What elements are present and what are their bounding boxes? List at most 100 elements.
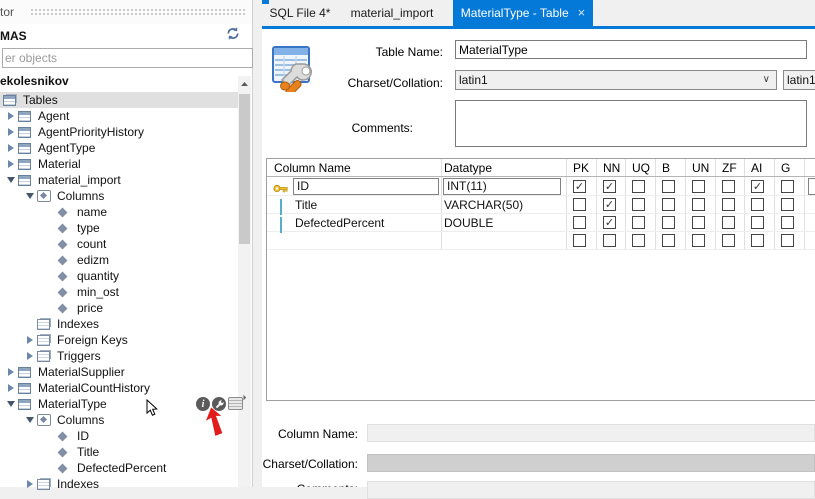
tree-item-name[interactable]: name (0, 204, 240, 220)
datatype-editbox[interactable]: INT(11) (443, 178, 561, 195)
tree-item-label: quantity (75, 269, 119, 283)
tree-item-agentpriorityhistory[interactable]: AgentPriorityHistory (0, 124, 240, 140)
tree-item-edizm[interactable]: edizm (0, 252, 240, 268)
tree-item-agent[interactable]: Agent (0, 108, 240, 124)
collapsed-arrow-icon[interactable] (22, 352, 37, 360)
charset-dropdown[interactable]: latin1 ∨ (455, 70, 777, 90)
table-name-label: Table Name: (293, 45, 443, 59)
tree-item-triggers[interactable]: Triggers (0, 348, 240, 364)
tab-material-import[interactable]: material_import (340, 0, 444, 26)
checkbox-g[interactable] (781, 198, 794, 211)
titlebar-grip-texture (30, 8, 246, 17)
checkbox-un[interactable] (692, 198, 705, 211)
checkbox-g[interactable] (781, 216, 794, 229)
checkbox-pk-checked[interactable]: ✓ (573, 180, 586, 193)
checkbox-uq[interactable] (632, 234, 645, 247)
checkbox-nn-checked[interactable]: ✓ (603, 216, 616, 229)
grid-row-defectedpercent[interactable]: DefectedPercent DOUBLE ✓ (267, 214, 815, 232)
tree-item-indexes[interactable]: Indexes (0, 316, 240, 332)
checkbox-zf[interactable] (722, 180, 735, 193)
checkbox-pk[interactable] (573, 234, 586, 247)
checkbox-pk[interactable] (573, 216, 586, 229)
expanded-arrow-icon[interactable] (3, 401, 18, 407)
checkbox-nn-checked[interactable]: ✓ (603, 198, 616, 211)
checkbox-nn-checked[interactable]: ✓ (603, 180, 616, 193)
tree-item-columns[interactable]: Columns (0, 412, 240, 428)
expanded-arrow-icon[interactable] (22, 417, 37, 423)
column-name-editbox[interactable]: ID (293, 178, 439, 195)
tree-item-material-import[interactable]: material_import (0, 172, 240, 188)
collapsed-arrow-icon[interactable] (22, 336, 37, 344)
collapsed-arrow-icon[interactable] (3, 112, 18, 120)
tree-item-columns[interactable]: Columns (0, 188, 240, 204)
checkbox-b[interactable] (662, 180, 675, 193)
chevron-down-icon: ∨ (763, 74, 770, 85)
collation-dropdown[interactable]: latin1_ (783, 70, 815, 90)
tab-sql-file-4[interactable]: SQL File 4* (264, 0, 336, 26)
collapsed-arrow-icon[interactable] (3, 144, 18, 152)
column-name-cell[interactable]: DefectedPercent (295, 216, 384, 230)
checkbox-un[interactable] (692, 180, 705, 193)
tree-item-count[interactable]: count (0, 236, 240, 252)
tree-item-materialsupplier[interactable]: MaterialSupplier (0, 364, 240, 380)
collapsed-arrow-icon[interactable] (3, 160, 18, 168)
tree-item-foreign-keys[interactable]: Foreign Keys (0, 332, 240, 348)
sidebar-scrollbar[interactable] (238, 76, 251, 487)
tree-item-material[interactable]: Material (0, 156, 240, 172)
checkbox-un[interactable] (692, 216, 705, 229)
tab-materialtype-table[interactable]: MaterialType - Table× (453, 0, 593, 26)
checkbox-un[interactable] (692, 234, 705, 247)
collapsed-arrow-icon[interactable] (3, 368, 18, 376)
tree-item-agenttype[interactable]: AgentType (0, 140, 240, 156)
filter-objects-input[interactable] (2, 48, 253, 68)
checkbox-b[interactable] (662, 198, 675, 211)
checkbox-ai[interactable] (751, 234, 764, 247)
checkbox-g[interactable] (781, 180, 794, 193)
tree-item-price[interactable]: price (0, 300, 240, 316)
collapsed-arrow-icon[interactable] (3, 128, 18, 136)
datatype-cell[interactable]: VARCHAR(50) (444, 198, 523, 212)
tree-item-materialcounthistory[interactable]: MaterialCountHistory (0, 380, 240, 396)
checkbox-uq[interactable] (632, 180, 645, 193)
stack-icon (37, 319, 55, 330)
checkbox-zf[interactable] (722, 234, 735, 247)
checkbox-uq[interactable] (632, 216, 645, 229)
tree-item-label: type (75, 221, 100, 235)
tree-item-id[interactable]: ID (0, 428, 240, 444)
collapsed-arrow-icon[interactable] (3, 384, 18, 392)
scrollbar-thumb[interactable] (239, 94, 250, 244)
scrollbar-up-icon[interactable] (238, 76, 251, 91)
checkbox-g[interactable] (781, 234, 794, 247)
checkbox-ai[interactable] (751, 198, 764, 211)
table-name-input[interactable] (455, 40, 807, 59)
checkbox-nn[interactable] (603, 234, 616, 247)
column-name-cell[interactable]: Title (295, 198, 317, 212)
tree-item-indexes[interactable]: Indexes (0, 476, 240, 492)
grid-row-empty[interactable] (267, 232, 815, 250)
checkbox-ai[interactable] (751, 216, 764, 229)
expanded-arrow-icon[interactable] (3, 177, 18, 183)
comments-textarea[interactable] (455, 100, 807, 147)
checkbox-zf[interactable] (722, 198, 735, 211)
table-data-edit-icon[interactable] (228, 397, 243, 410)
refresh-schemas-icon[interactable] (226, 27, 242, 41)
tree-item-tables[interactable]: Tables (0, 92, 240, 108)
tree-item-title[interactable]: Title (0, 444, 240, 460)
navigator-titlebar: tor (0, 0, 252, 24)
datatype-cell[interactable]: DOUBLE (444, 216, 493, 230)
checkbox-pk[interactable] (573, 198, 586, 211)
grid-row-title[interactable]: Title VARCHAR(50) ✓ (267, 196, 815, 214)
checkbox-uq[interactable] (632, 198, 645, 211)
checkbox-ai-checked[interactable]: ✓ (751, 180, 764, 193)
grid-row-id[interactable]: IDINT(11) ✓ ✓ ✓ (267, 178, 815, 196)
checkbox-b[interactable] (662, 216, 675, 229)
expanded-arrow-icon[interactable] (22, 193, 37, 199)
tree-item-min-ost[interactable]: min_ost (0, 284, 240, 300)
tab-close-icon[interactable]: × (578, 5, 586, 20)
tree-item-type[interactable]: type (0, 220, 240, 236)
checkbox-zf[interactable] (722, 216, 735, 229)
checkbox-b[interactable] (662, 234, 675, 247)
columns-grid[interactable]: Column NameDatatypePKNNUQBUNZFAIGIDINT(1… (266, 158, 815, 401)
tree-item-quantity[interactable]: quantity (0, 268, 240, 284)
tree-item-defectedpercent[interactable]: DefectedPercent (0, 460, 240, 476)
